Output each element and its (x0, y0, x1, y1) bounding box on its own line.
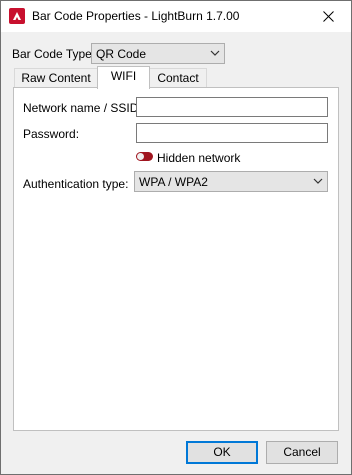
barcode-type-select[interactable]: QR Code (91, 43, 225, 64)
password-label: Password: (23, 127, 80, 141)
lightburn-logo-icon (9, 8, 25, 24)
tab-wifi[interactable]: WIFI (97, 66, 150, 89)
title-bar[interactable]: Bar Code Properties - LightBurn 1.7.00 (1, 1, 351, 32)
dialog-window: Bar Code Properties - LightBurn 1.7.00 B… (0, 0, 352, 475)
barcode-type-value: QR Code (96, 47, 147, 61)
close-icon (322, 11, 334, 22)
tab-label: WIFI (110, 69, 137, 83)
auth-type-label: Authentication type: (23, 177, 129, 191)
cancel-label: Cancel (283, 445, 321, 459)
password-input[interactable] (136, 123, 328, 143)
barcode-type-label: Bar Code Type (12, 47, 92, 61)
chevron-down-icon (313, 178, 323, 184)
cancel-button[interactable]: Cancel (266, 441, 338, 464)
window-title: Bar Code Properties - LightBurn 1.7.00 (32, 9, 240, 23)
ssid-input[interactable] (136, 97, 328, 117)
close-button[interactable] (305, 1, 351, 32)
ok-button[interactable]: OK (186, 441, 258, 464)
auth-type-select[interactable]: WPA / WPA2 (134, 171, 328, 192)
auth-type-value: WPA / WPA2 (139, 175, 208, 189)
chevron-down-icon (210, 50, 220, 56)
ok-label: OK (213, 445, 231, 459)
hidden-network-toggle[interactable] (136, 152, 153, 161)
tab-raw-content[interactable]: Raw Content (14, 68, 98, 89)
ssid-label: Network name / SSID: (23, 101, 142, 115)
toggle-knob (137, 153, 144, 160)
tab-label: Raw Content (21, 71, 91, 85)
hidden-network-label[interactable]: Hidden network (157, 151, 240, 165)
tab-label: Contact (157, 71, 199, 85)
tab-contact[interactable]: Contact (149, 68, 207, 89)
